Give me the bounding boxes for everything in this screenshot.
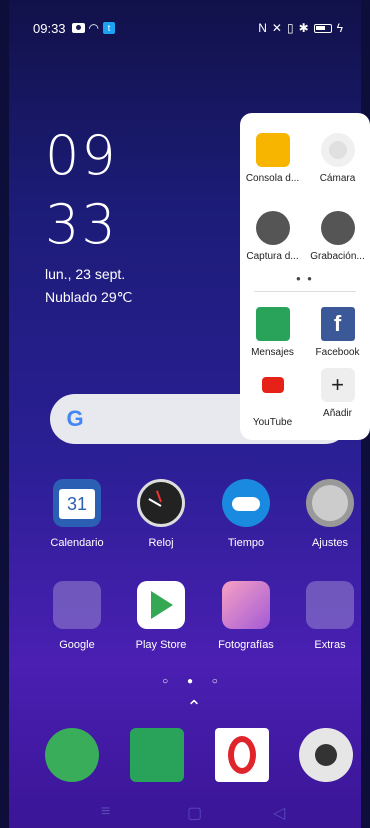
shortcut-label: Añadir <box>323 408 352 419</box>
messages-icon <box>255 307 290 341</box>
google-logo-icon: G <box>66 406 84 431</box>
shortcut-captura[interactable]: Captura d... <box>240 211 305 262</box>
add-icon: + <box>320 368 355 402</box>
mute-icon: ✕ <box>271 21 282 35</box>
popup-page-indicator: ● ● <box>296 274 314 283</box>
shortcut-label: Mensajes <box>251 347 294 358</box>
video-record-icon <box>320 211 355 245</box>
app-extras[interactable]: Extras <box>290 581 370 651</box>
app-calendario[interactable]: 31 Calendario <box>37 479 117 549</box>
opera-icon[interactable] <box>215 728 269 782</box>
notification-icon <box>71 23 85 33</box>
status-bar: 09:33 ◠ t N ✕ ▯ ✱ ϟ <box>33 18 343 38</box>
weather-icon <box>222 479 270 527</box>
bluetooth-icon: ✱ <box>298 21 309 35</box>
date-label: lun., 23 sept. <box>45 266 126 282</box>
youtube-icon <box>255 377 290 411</box>
shortcut-label: Captura d... <box>246 251 299 262</box>
app-reloj[interactable]: Reloj <box>121 479 201 549</box>
shortcut-label: Grabación... <box>310 251 365 262</box>
folder-icon <box>255 133 290 167</box>
app-tiempo[interactable]: Tiempo <box>206 479 286 549</box>
facebook-icon: f <box>320 307 355 341</box>
app-label: Tiempo <box>227 537 265 549</box>
shortcut-mensajes[interactable]: Mensajes <box>240 307 305 358</box>
app-fotografias[interactable]: Fotografías <box>206 581 286 651</box>
app-play-store[interactable]: Play Store <box>121 581 201 651</box>
app-google[interactable]: Google <box>37 581 117 651</box>
app-label: Ajustes <box>311 537 349 549</box>
shortcut-anadir[interactable]: + Añadir <box>305 368 370 419</box>
clock-icon <box>137 479 185 527</box>
settings-icon <box>306 479 354 527</box>
shortcut-label: Consola d... <box>245 173 300 184</box>
shortcut-consola[interactable]: Consola d... <box>240 133 305 184</box>
app-label: Fotografías <box>218 639 274 651</box>
app-label: Calendario <box>50 537 104 549</box>
weather-label: Nublado 29℃ <box>45 289 133 305</box>
menu-nav-button[interactable]: ≡ <box>101 803 110 821</box>
clock-minutes[interactable]: 33 <box>45 193 118 256</box>
app-label: Reloj <box>148 537 174 549</box>
shortcut-facebook[interactable]: f Facebook <box>305 307 370 358</box>
crop-icon <box>255 211 290 245</box>
popup-divider <box>254 291 356 292</box>
app-label: Extras <box>314 639 346 651</box>
shortcut-label: YouTube <box>252 417 293 428</box>
shortcut-label: Cámara <box>319 173 356 184</box>
shortcut-youtube[interactable]: YouTube <box>240 368 305 428</box>
calendar-date: 31 <box>59 489 95 519</box>
photos-icon <box>222 581 270 629</box>
app-label: Google <box>59 639 95 651</box>
status-time: 09:33 <box>33 20 66 36</box>
wifi-icon: ◠ <box>88 21 100 35</box>
home-nav-button[interactable]: ▢ <box>187 803 202 823</box>
shortcut-popup: Consola d... Cámara Captura d... Grabaci… <box>240 113 370 440</box>
shortcut-camara[interactable]: Cámara <box>305 133 370 184</box>
back-nav-button[interactable]: ◁ <box>273 803 285 823</box>
home-page-indicator: ○ ● ○ <box>162 676 226 687</box>
vibrate-icon: ▯ <box>286 21 294 35</box>
shortcut-grabacion[interactable]: Grabación... <box>305 211 370 262</box>
messages-icon[interactable] <box>130 728 184 782</box>
shortcut-label: Facebook <box>315 347 360 358</box>
battery-icon <box>313 23 332 33</box>
app-ajustes[interactable]: Ajustes <box>290 479 370 549</box>
camera-icon[interactable] <box>299 728 353 782</box>
app-label: Play Store <box>135 639 187 651</box>
app-drawer-chevron-icon[interactable]: ⌃ <box>9 697 370 718</box>
camera-icon <box>320 133 355 167</box>
extras-folder-icon <box>306 581 354 629</box>
twitter-icon: t <box>103 22 116 34</box>
phone-icon[interactable] <box>45 728 99 782</box>
clock-hours[interactable]: 09 <box>45 124 118 187</box>
navigation-bar: ≡ ▢ ◁ <box>9 795 370 828</box>
calendar-icon: 31 <box>53 479 101 527</box>
nfc-icon: N <box>258 21 267 35</box>
google-folder-icon <box>53 581 101 629</box>
charging-icon: ϟ <box>336 21 343 35</box>
play-store-icon <box>137 581 185 629</box>
